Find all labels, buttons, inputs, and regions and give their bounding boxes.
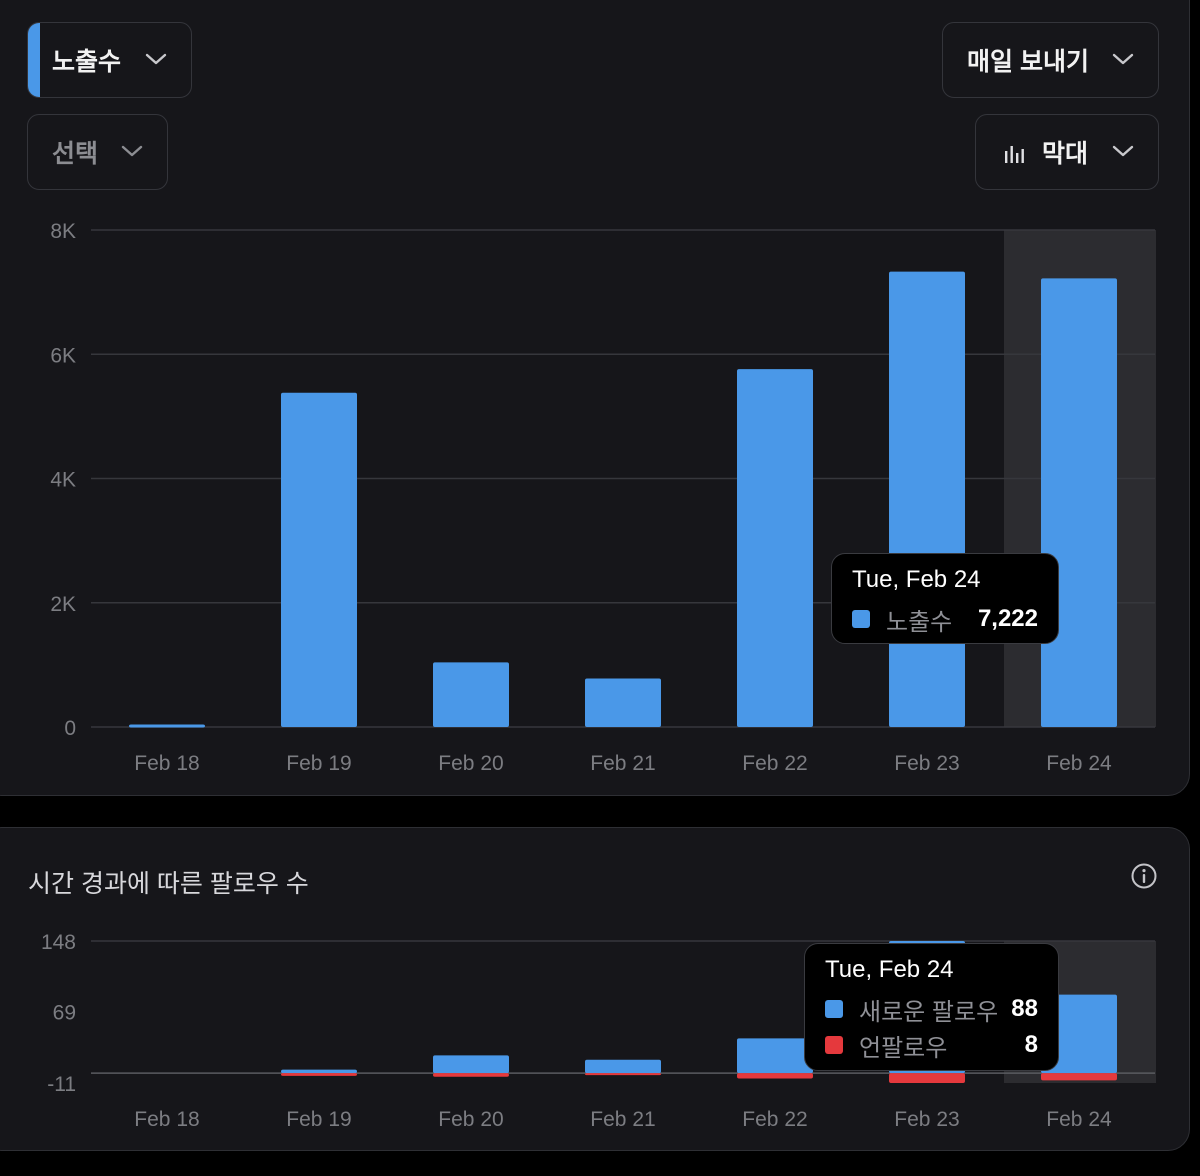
bar-unfollows <box>1041 1073 1117 1081</box>
bar-unfollows <box>737 1073 813 1079</box>
bar-new-followers <box>433 1055 509 1074</box>
tooltip-swatch-unfollow <box>825 1036 843 1054</box>
y-tick-label: 69 <box>53 1002 76 1025</box>
bar-unfollows <box>585 1073 661 1076</box>
bar-new-followers <box>281 1069 357 1074</box>
x-tick-label: Feb 19 <box>286 1108 351 1131</box>
tooltip-swatch-new <box>825 1000 843 1018</box>
x-tick-label: Feb 24 <box>1046 1108 1112 1131</box>
bar-new-followers <box>585 1059 661 1074</box>
tooltip-series-name: 언팔로우 <box>859 1034 948 1062</box>
x-tick-label: Feb 20 <box>438 1108 503 1131</box>
tooltip-row: 언팔로우 8 <box>825 1030 1038 1062</box>
x-tick-label: Feb 23 <box>894 1108 959 1131</box>
followers-tooltip: Tue, Feb 24 새로운 팔로우 88 언팔로우 8 <box>804 943 1059 1071</box>
x-tick-label: Feb 18 <box>134 1108 199 1131</box>
bar-unfollows <box>889 1073 965 1083</box>
x-tick-label: Feb 21 <box>590 1108 655 1131</box>
y-tick-label: -11 <box>47 1073 76 1096</box>
tooltip-series-name: 새로운 팔로우 <box>859 998 999 1026</box>
bar-new-followers <box>737 1038 813 1074</box>
bar-unfollows <box>281 1073 357 1076</box>
x-tick-label: Feb 22 <box>742 1108 807 1131</box>
bar-unfollows <box>433 1073 509 1077</box>
tooltip-date: Tue, Feb 24 <box>825 956 954 983</box>
y-tick-label: 148 <box>41 931 76 954</box>
tooltip-row: 새로운 팔로우 88 <box>825 994 1038 1026</box>
tooltip-value: 88 <box>1011 995 1038 1022</box>
tooltip-value: 8 <box>1024 1031 1038 1058</box>
